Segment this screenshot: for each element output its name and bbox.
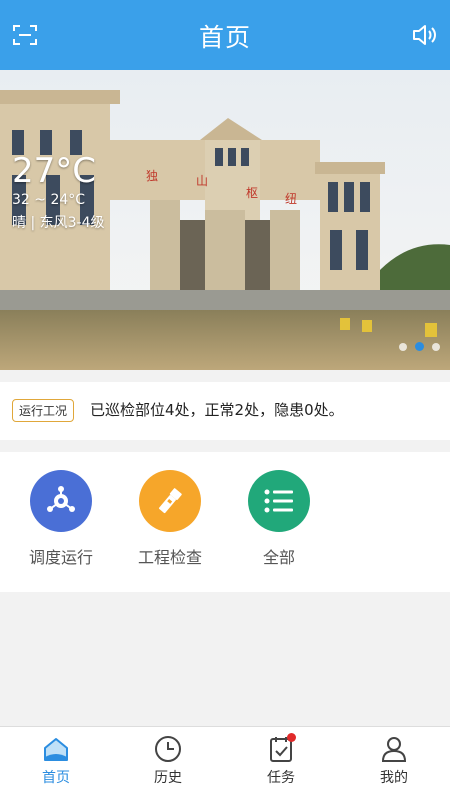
weather-range: 32 ~ 24°C [12, 192, 86, 208]
page-title: 首页 [198, 23, 251, 52]
tab-home[interactable]: 首页 [26, 735, 86, 787]
all-functions-button[interactable]: 全部 [224, 470, 334, 568]
carousel-dot[interactable] [432, 342, 440, 351]
notification-badge [287, 733, 296, 742]
top-bar: 首页 [0, 0, 450, 70]
status-badge: 运行工况 [12, 399, 75, 422]
svg-text:山: 山 [196, 174, 208, 188]
weather-widget: 27°C 32 ~ 24°C 晴 | 东风3-4级 [12, 154, 104, 232]
user-icon [381, 737, 407, 762]
bottom-tab-bar: 首页 历史 任务 我的 [0, 726, 450, 801]
list-icon [248, 470, 310, 532]
weather-temperature: 27°C [12, 151, 97, 191]
svg-text:纽: 纽 [285, 192, 297, 206]
tab-history-label: 历史 [154, 770, 182, 786]
tab-home-label: 首页 [42, 770, 70, 786]
tab-profile[interactable]: 我的 [364, 735, 424, 787]
dispatch-button[interactable]: 调度运行 [6, 470, 116, 568]
operation-status[interactable]: 运行工况 已巡检部位4处，正常2处，隐患0处。 [0, 382, 450, 440]
carousel-dot-active[interactable] [415, 342, 424, 351]
weather-condition: 晴 | 东风3-4级 [12, 215, 105, 231]
inspection-button[interactable]: 工程检查 [115, 470, 225, 568]
svg-text:独: 独 [146, 169, 158, 183]
home-icon [44, 738, 68, 761]
dispatch-label: 调度运行 [28, 548, 93, 567]
tab-profile-label: 我的 [380, 770, 408, 786]
flashlight-icon [139, 470, 201, 532]
all-functions-label: 全部 [262, 548, 295, 567]
banner-carousel[interactable]: 独 山枢 纽 27°C 32 ~ 24°C 晴 | 东风3-4级 [0, 70, 450, 370]
tab-tasks-label: 任务 [267, 770, 295, 786]
svg-text:枢: 枢 [246, 185, 258, 200]
tab-history[interactable]: 历史 [138, 735, 198, 787]
status-text: 已巡检部位4处，正常2处，隐患0处。 [90, 401, 344, 419]
inspection-label: 工程检查 [137, 548, 202, 567]
tab-tasks[interactable]: 任务 [251, 733, 311, 787]
speaker-icon[interactable] [411, 22, 437, 48]
carousel-indicator [399, 342, 440, 351]
clock-icon [155, 736, 181, 762]
dispatch-icon [30, 470, 92, 532]
function-grid: 调度运行 工程检查 全部 [0, 452, 450, 592]
carousel-dot[interactable] [399, 342, 407, 351]
